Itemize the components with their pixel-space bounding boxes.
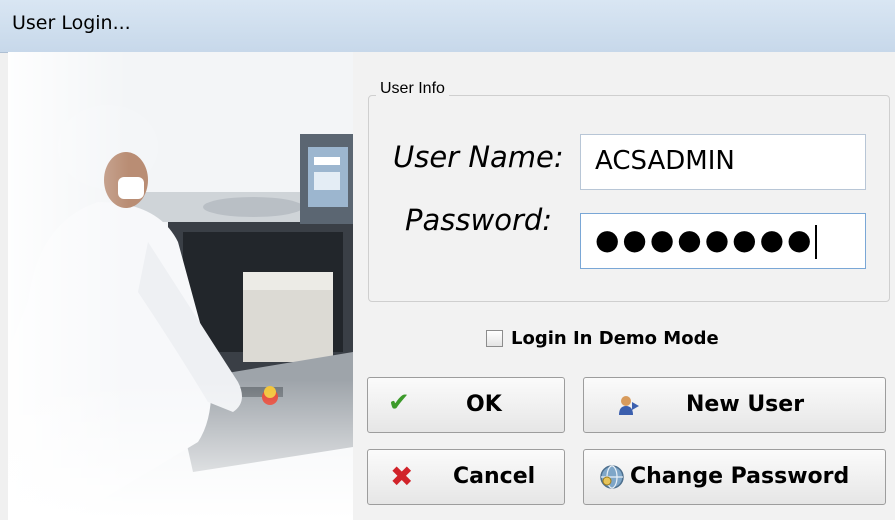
- change-password-button[interactable]: Change Password: [583, 449, 886, 505]
- demo-mode-label: Login In Demo Mode: [511, 328, 719, 349]
- username-input[interactable]: ACSADMIN: [580, 134, 866, 190]
- window-title: User Login...: [12, 12, 131, 34]
- user-info-group: [368, 95, 890, 302]
- password-input[interactable]: ●●●●●●●●: [580, 213, 866, 269]
- text-caret: [815, 224, 818, 259]
- user-info-group-label: User Info: [376, 80, 449, 98]
- password-value: ●●●●●●●●: [595, 223, 815, 256]
- cancel-button-label: Cancel: [453, 464, 536, 489]
- demo-mode-option[interactable]: Login In Demo Mode: [486, 328, 719, 349]
- ok-button-label: OK: [466, 392, 502, 417]
- check-icon: ✔: [388, 388, 410, 418]
- login-window: User Login... User Info User Name: ACSAD…: [0, 0, 895, 520]
- x-icon: ✖: [390, 460, 414, 493]
- username-label: User Name:: [393, 140, 564, 174]
- user-icon: [619, 396, 639, 415]
- cancel-button[interactable]: ✖ Cancel: [367, 449, 565, 505]
- demo-mode-checkbox[interactable]: [486, 330, 503, 347]
- new-user-button-label: New User: [686, 392, 805, 417]
- new-user-button[interactable]: New User: [583, 377, 886, 433]
- title-bar[interactable]: User Login...: [0, 0, 895, 53]
- change-password-button-label: Change Password: [630, 464, 850, 489]
- password-label: Password:: [405, 203, 553, 237]
- username-value: ACSADMIN: [595, 146, 735, 176]
- cleanroom-photo: [8, 52, 353, 520]
- ok-button[interactable]: ✔ OK: [367, 377, 565, 433]
- globe-key-icon: [600, 465, 624, 489]
